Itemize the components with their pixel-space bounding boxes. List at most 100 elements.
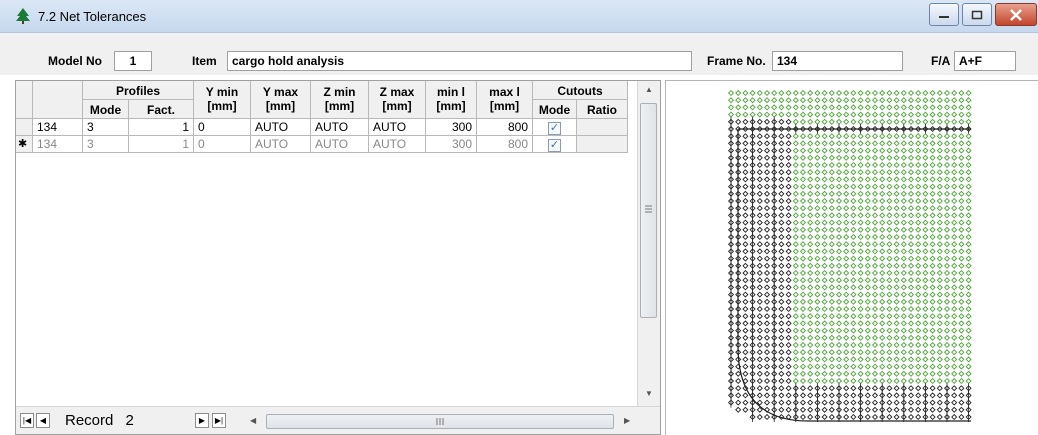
frame-cell[interactable]: 134	[33, 119, 83, 136]
minl-header[interactable]: min l [mm]	[426, 81, 477, 119]
last-record-icon[interactable]: ▶|	[212, 413, 226, 428]
zmax-header[interactable]: Z max [mm]	[369, 81, 426, 119]
minl-cell[interactable]: 300	[426, 136, 477, 153]
ymin-cell[interactable]: 0	[194, 119, 251, 136]
mesh-node	[907, 291, 915, 298]
mesh-node	[742, 197, 749, 205]
next-record-icon[interactable]: ▶	[195, 413, 209, 428]
maxl-cell[interactable]: 800	[477, 119, 533, 136]
mesh-node	[929, 255, 936, 262]
mesh-node	[886, 341, 893, 349]
maxl-header[interactable]: max l [mm]	[477, 81, 533, 119]
scroll-down-icon[interactable]: ▼	[645, 389, 653, 398]
mesh-node	[900, 284, 907, 291]
vertical-scrollbar[interactable]: ▲ ▼	[637, 81, 660, 406]
mesh-node	[778, 190, 785, 197]
mesh-node	[936, 97, 943, 104]
mesh-node	[958, 89, 965, 97]
minl-cell[interactable]: 300	[426, 119, 477, 136]
item-field[interactable]: cargo hold analysis	[227, 51, 692, 71]
profiles-mode-cell[interactable]: 3	[83, 136, 129, 153]
mesh-node	[936, 320, 943, 327]
horizontal-scrollbar[interactable]: ◀ ▶	[246, 413, 636, 430]
mesh-node	[742, 226, 749, 233]
mesh-node	[951, 255, 958, 262]
mesh-node	[814, 219, 821, 226]
frame-cell[interactable]: 134	[33, 136, 83, 153]
cutouts-mode-checkbox[interactable]: ✓	[548, 139, 561, 152]
profiles-mode-cell[interactable]: 3	[83, 119, 129, 136]
zmax-cell[interactable]: AUTO	[369, 119, 426, 136]
mesh-node	[799, 154, 807, 161]
mesh-node	[763, 327, 771, 334]
cutouts-mode-checkbox[interactable]: ✓	[548, 122, 561, 135]
zmin-cell[interactable]: AUTO	[311, 136, 369, 153]
mesh-node	[742, 349, 749, 356]
mesh-node	[958, 341, 965, 349]
mesh-node	[785, 89, 792, 97]
first-record-icon[interactable]: |◀	[20, 413, 34, 428]
mesh-node	[907, 370, 915, 377]
mesh-node	[943, 377, 951, 385]
mesh-node	[850, 248, 857, 255]
mesh-node	[850, 161, 857, 169]
close-button[interactable]	[995, 3, 1037, 26]
profiles-fact-cell[interactable]: 1	[129, 119, 194, 136]
maximize-button[interactable]	[962, 3, 992, 26]
maxl-cell[interactable]: 800	[477, 136, 533, 153]
new-record-marker[interactable]: ✱	[16, 136, 33, 153]
scroll-left-icon[interactable]: ◀	[250, 416, 256, 425]
row-selector[interactable]	[16, 119, 33, 136]
mesh-node	[871, 284, 879, 291]
mesh-node	[850, 226, 857, 233]
mesh-node	[951, 176, 958, 183]
horizontal-scroll-thumb[interactable]	[266, 414, 614, 429]
zmin-cell[interactable]: AUTO	[311, 119, 369, 136]
model-no-field[interactable]: 1	[114, 51, 152, 71]
frame-no-field[interactable]: 134	[772, 51, 903, 71]
cutouts-mode-header[interactable]: Mode	[533, 100, 577, 119]
minimize-button[interactable]	[929, 3, 959, 26]
ymin-cell[interactable]: 0	[194, 136, 251, 153]
mesh-node	[951, 154, 958, 161]
mesh-node	[958, 133, 965, 140]
cutouts-ratio-header[interactable]: Ratio	[577, 100, 628, 119]
mesh-node	[893, 133, 900, 140]
mesh-node	[864, 147, 871, 154]
profiles-fact-cell[interactable]: 1	[129, 136, 194, 153]
fa-field[interactable]: A+F	[954, 51, 1016, 71]
scroll-up-icon[interactable]: ▲	[645, 85, 653, 94]
mesh-node	[756, 176, 763, 183]
mesh-node	[886, 298, 893, 305]
ymin-header[interactable]: Y min [mm]	[194, 81, 251, 119]
mesh-node	[778, 399, 785, 406]
ymax-cell[interactable]: AUTO	[251, 119, 311, 136]
mesh-node	[915, 356, 922, 363]
mesh-node	[864, 226, 871, 233]
vertical-scroll-thumb[interactable]	[640, 103, 657, 318]
mesh-node	[742, 269, 749, 277]
mesh-node	[749, 111, 756, 118]
ymax-header[interactable]: Y max [mm]	[251, 81, 311, 119]
mesh-node	[943, 320, 951, 327]
mesh-node	[936, 169, 943, 176]
record-number[interactable]: 2	[126, 412, 134, 429]
mesh-node	[864, 255, 871, 262]
mesh-node	[778, 161, 785, 169]
ymax-cell[interactable]: AUTO	[251, 136, 311, 153]
zmin-header[interactable]: Z min [mm]	[311, 81, 369, 119]
mesh-node	[893, 197, 900, 205]
mesh-node	[778, 406, 785, 413]
zmax-header-unit: [mm]	[382, 99, 412, 113]
mesh-node	[864, 385, 871, 392]
previous-record-icon[interactable]: ◀	[36, 413, 50, 428]
mesh-node	[807, 413, 814, 421]
mesh-node	[864, 118, 871, 125]
profiles-fact-header[interactable]: Fact.	[129, 100, 194, 119]
mesh-node	[763, 219, 771, 226]
scroll-right-icon[interactable]: ▶	[624, 416, 630, 425]
profiles-mode-header[interactable]: Mode	[83, 100, 129, 119]
zmax-cell[interactable]: AUTO	[369, 136, 426, 153]
mesh-node	[879, 161, 886, 169]
mesh-node	[936, 176, 943, 183]
